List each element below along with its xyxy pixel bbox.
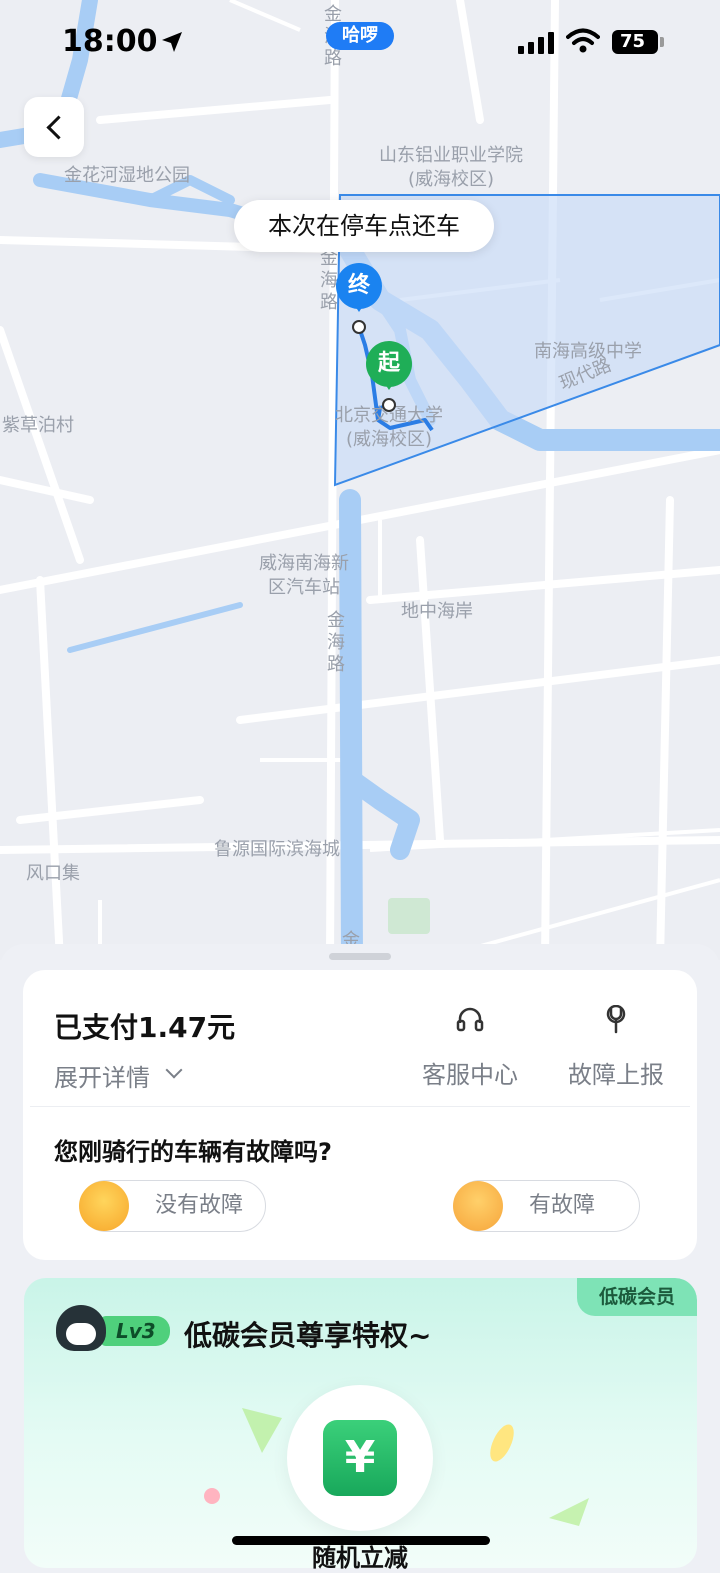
map-label-shandong-college: 山东铝业职业学院(威海校区) (379, 145, 523, 190)
map-label-jinhua-park: 金花河湿地公园 (64, 165, 190, 186)
smile-face-icon (79, 1181, 129, 1231)
sheet-drag-handle[interactable] (329, 953, 391, 960)
end-pin: 终 (336, 263, 382, 312)
home-indicator[interactable] (232, 1536, 490, 1545)
signal-icon (518, 32, 554, 54)
start-point-dot (382, 398, 396, 412)
no-fault-label: 没有故障 (155, 1193, 244, 1218)
location-arrow-icon (162, 32, 182, 52)
map-label-jinhai-road-low: 金海路 (327, 610, 345, 675)
yen-coupon-icon: ¥ (323, 1420, 397, 1496)
map-label-bus-station: 威海南海新区汽车站 (259, 553, 349, 598)
report-fault-button[interactable]: 故障上报 (556, 1005, 676, 1090)
confetti-shape (549, 1498, 589, 1526)
map-label-dizhonghai: 地中海岸 (401, 601, 473, 622)
map-label-luyuan: 鲁源国际滨海城 (214, 839, 340, 860)
battery-tip (660, 37, 664, 47)
wifi-icon (566, 28, 600, 53)
wrench-icon (606, 1005, 626, 1034)
return-tip-bubble: 本次在停车点还车 (234, 200, 494, 252)
has-fault-button[interactable]: 有故障 (453, 1180, 640, 1232)
status-time: 18:00 (62, 24, 158, 59)
map-label-fengkou: 风口集 (26, 863, 80, 884)
back-button[interactable] (24, 97, 84, 157)
start-pin: 起 (366, 341, 412, 390)
confetti-shape (490, 1424, 514, 1462)
customer-service-label: 客服中心 (422, 1061, 518, 1089)
has-fault-label: 有故障 (529, 1193, 596, 1218)
confetti-shape (242, 1408, 282, 1453)
expand-details-link[interactable]: 展开详情 (54, 1058, 150, 1093)
no-fault-button[interactable]: 没有故障 (79, 1180, 266, 1232)
map-view[interactable]: 山东铝业职业学院(威海校区) 金花河湿地公园 金海路 金海路 金海路 金 南海高… (0, 0, 720, 960)
map-canvas (0, 0, 720, 960)
report-fault-label: 故障上报 (568, 1061, 664, 1089)
headset-icon (456, 1007, 484, 1032)
mascot-avatar (56, 1305, 106, 1351)
map-label-zicao-village: 紫草泊村 (2, 415, 74, 436)
member-title: 低碳会员尊享特权~ (184, 1319, 432, 1352)
battery-icon: 75 (612, 30, 658, 54)
chevron-left-icon (46, 115, 71, 140)
upset-face-icon (453, 1181, 503, 1231)
app-pill[interactable]: 哈啰 (326, 22, 394, 50)
end-point-dot (352, 320, 366, 334)
card-divider (30, 1106, 690, 1107)
member-tag: 低碳会员 (577, 1278, 697, 1316)
confetti-dot (204, 1488, 220, 1504)
fault-question: 您刚骑行的车辆有故障吗? (54, 1138, 332, 1166)
member-level-badge: Lv3 (100, 1316, 170, 1346)
customer-service-button[interactable]: 客服中心 (410, 1005, 530, 1090)
paid-amount: 已支付1.47元 (54, 1011, 236, 1044)
status-bar: 18:00 哈啰 75 (0, 0, 720, 84)
